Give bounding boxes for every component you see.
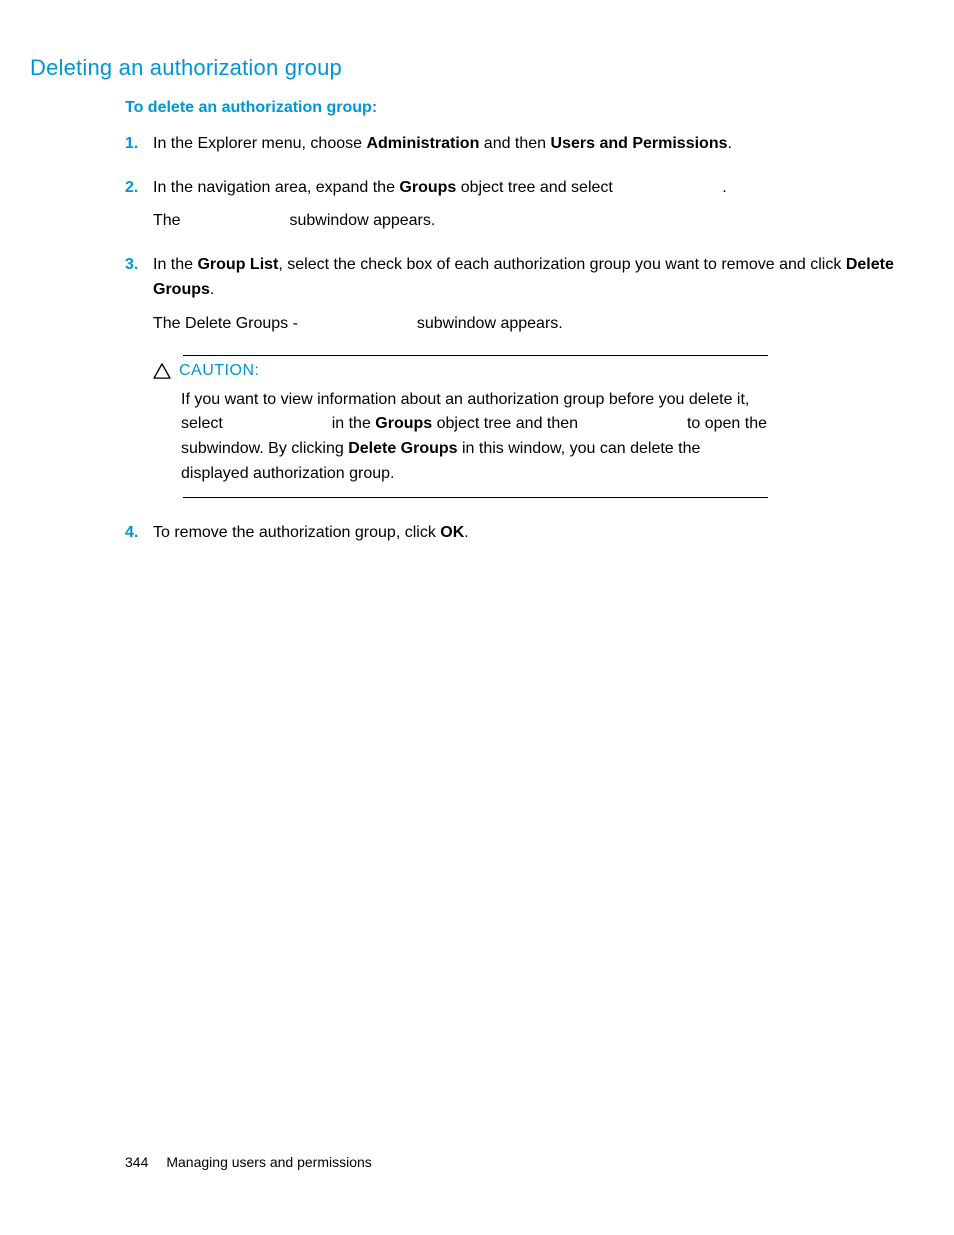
text: to open the (683, 415, 768, 432)
caution-block: CAUTION: If you want to view information… (153, 355, 924, 498)
text: . (210, 281, 214, 298)
text: subwindow appears. (412, 315, 562, 332)
text: and then (479, 135, 550, 152)
caution-triangle-icon (153, 363, 171, 379)
text: subwindow appears. (285, 212, 435, 229)
bold-text: Groups (375, 415, 432, 432)
step-text: In the Explorer menu, choose Administrat… (153, 131, 924, 157)
content-area: To delete an authorization group: 1. In … (125, 99, 924, 545)
text: To remove the authorization group, click (153, 524, 440, 541)
text: The (153, 212, 185, 229)
bold-text: Delete Groups (348, 440, 457, 457)
step-2: 2. In the navigation area, expand the Gr… (125, 175, 924, 234)
bold-text: Administration (366, 135, 479, 152)
section-subheading: To delete an authorization group: (125, 99, 924, 117)
step-3: 3. In the Group List, select the check b… (125, 252, 924, 337)
divider (183, 497, 768, 498)
text: object tree and then (432, 415, 582, 432)
step-1: 1. In the Explorer menu, choose Administ… (125, 131, 924, 157)
bold-text: Group List (197, 256, 278, 273)
bold-text: OK (440, 524, 464, 541)
page-number: 344 (125, 1154, 148, 1170)
bold-text: Users and Permissions (551, 135, 728, 152)
text: in the (327, 415, 375, 432)
step-number: 3. (125, 252, 153, 337)
text: In the (153, 256, 197, 273)
footer-title: Managing users and permissions (166, 1154, 371, 1170)
text: . (464, 524, 468, 541)
text: In the navigation area, expand the (153, 179, 399, 196)
step-text: In the navigation area, expand the Group… (153, 175, 924, 234)
text: The Delete Groups - (153, 315, 302, 332)
bold-text: Groups (399, 179, 456, 196)
step-number: 2. (125, 175, 153, 234)
step-4: 4. To remove the authorization group, cl… (125, 520, 924, 546)
page-heading: Deleting an authorization group (30, 55, 924, 81)
text: , select the check box of each authoriza… (278, 256, 845, 273)
text: object tree and select (456, 179, 617, 196)
text: In the Explorer menu, choose (153, 135, 366, 152)
step-number: 4. (125, 520, 153, 546)
text: . (722, 179, 726, 196)
caution-label: CAUTION: (179, 362, 259, 380)
step-text: To remove the authorization group, click… (153, 520, 924, 546)
step-number: 1. (125, 131, 153, 157)
text: subwindow. By clicking (181, 440, 348, 457)
step-text: In the Group List, select the check box … (153, 252, 924, 337)
text: . (727, 135, 731, 152)
caution-text: If you want to view information about an… (181, 388, 771, 487)
page-footer: 344 Managing users and permissions (125, 1154, 372, 1170)
caution-header: CAUTION: (153, 362, 924, 380)
divider (183, 355, 768, 356)
